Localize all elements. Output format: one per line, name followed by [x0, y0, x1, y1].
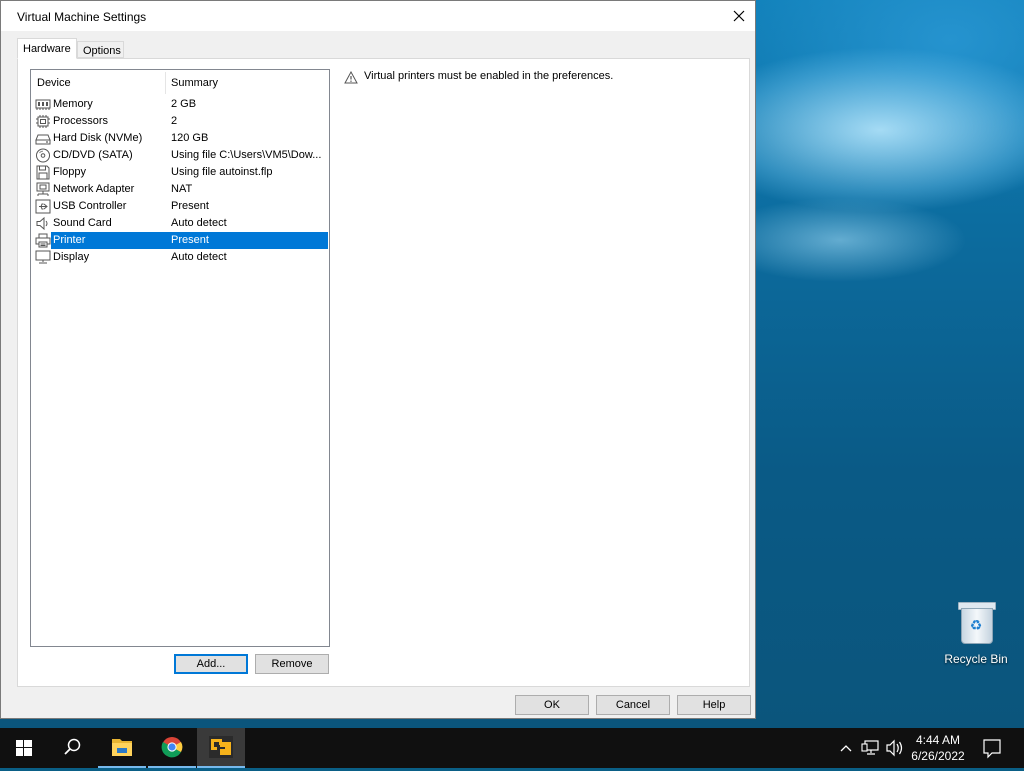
sound-card-icon [35, 216, 51, 231]
device-name: Memory [53, 98, 93, 110]
hard-disk-icon [35, 131, 51, 146]
device-name: Floppy [53, 166, 87, 178]
recycle-bin-label: Recycle Bin [944, 652, 1008, 666]
device-summary: NAT [171, 183, 193, 195]
show-hidden-icons-button[interactable] [838, 728, 854, 768]
device-summary: Present [171, 200, 209, 212]
file-explorer-icon [112, 739, 132, 756]
printer-icon [35, 233, 51, 248]
memory-icon [35, 97, 51, 112]
chevron-up-icon [840, 745, 852, 752]
device-name: Display [53, 251, 90, 263]
clock-time: 4:44 AM [915, 733, 961, 747]
device-summary: 2 GB [171, 98, 197, 110]
ok-button[interactable]: OK [515, 695, 589, 715]
recycle-bin-icon: ♻ [958, 600, 996, 644]
list-header: Device Summary [31, 70, 329, 94]
usb-icon [35, 199, 51, 214]
message-text: Virtual printers must be enabled in the … [364, 70, 614, 82]
search-button[interactable] [48, 728, 96, 768]
taskbar-chrome[interactable] [148, 728, 196, 768]
clock[interactable]: 4:44 AM 6/26/2022 [905, 732, 971, 764]
device-row-hard-disk[interactable]: Hard Disk (NVMe) 120 GB [35, 130, 328, 147]
chrome-icon [161, 737, 183, 758]
cd-dvd-icon [35, 148, 51, 163]
device-row-network-adapter[interactable]: Network Adapter NAT [35, 181, 328, 198]
device-row-memory[interactable]: Memory 2 GB [35, 96, 328, 113]
device-name: Sound Card [53, 217, 112, 229]
device-row-cd-dvd[interactable]: CD/DVD (SATA) Using file C:\Users\VM5\Do… [35, 147, 328, 164]
title-bar[interactable]: Virtual Machine Settings [1, 1, 755, 31]
start-icon [16, 740, 32, 756]
device-row-printer[interactable]: Printer Present [35, 232, 328, 249]
display-icon [35, 250, 51, 265]
cancel-button[interactable]: Cancel [596, 695, 670, 715]
close-button[interactable] [723, 1, 755, 31]
hardware-panel: Device Summary Memory 2 GB Processors 2 [17, 58, 750, 687]
device-list[interactable]: Device Summary Memory 2 GB Processors 2 [30, 69, 330, 647]
clock-date: 6/26/2022 [911, 749, 965, 763]
tab-options[interactable]: Options [77, 41, 124, 58]
processor-icon [35, 114, 51, 129]
vmware-icon [209, 736, 233, 758]
device-name: CD/DVD (SATA) [53, 149, 133, 161]
device-summary: Auto detect [171, 217, 227, 229]
recycle-bin[interactable]: ♻ Recycle Bin [936, 600, 1016, 666]
taskbar-vmware[interactable] [197, 728, 245, 768]
device-name: Processors [53, 115, 109, 127]
action-center-button[interactable] [980, 728, 1004, 768]
volume-icon [886, 739, 903, 757]
device-summary: 2 [171, 115, 178, 127]
taskbar: 4:44 AM 6/26/2022 [0, 728, 1024, 768]
device-summary: 120 GB [171, 132, 209, 144]
device-summary: Auto detect [171, 251, 227, 263]
device-row-processors[interactable]: Processors 2 [35, 113, 328, 130]
network-adapter-icon [35, 182, 51, 197]
remove-button[interactable]: Remove [255, 654, 329, 674]
device-name: Network Adapter [53, 183, 135, 195]
start-button[interactable] [0, 728, 48, 768]
device-name: Printer [53, 234, 86, 246]
search-icon [64, 738, 81, 755]
warning-icon [344, 70, 358, 87]
taskbar-file-explorer[interactable] [98, 728, 146, 768]
device-name: USB Controller [53, 200, 127, 212]
close-icon [733, 10, 745, 22]
device-row-sound-card[interactable]: Sound Card Auto detect [35, 215, 328, 232]
device-summary: Using file C:\Users\VM5\Dow... [171, 149, 322, 161]
floppy-icon [35, 165, 51, 180]
network-tray-button[interactable] [860, 728, 882, 768]
tab-hardware[interactable]: Hardware [17, 38, 77, 59]
device-row-display[interactable]: Display Auto detect [35, 249, 328, 266]
vm-settings-dialog: Virtual Machine Settings Hardware Option… [0, 0, 756, 719]
device-row-usb-controller[interactable]: USB Controller Present [35, 198, 328, 215]
network-icon [861, 740, 879, 755]
notification-icon [983, 739, 1001, 759]
volume-tray-button[interactable] [884, 728, 906, 768]
column-header-device[interactable]: Device [37, 77, 71, 89]
device-summary: Using file autoinst.flp [171, 166, 273, 178]
dialog-title: Virtual Machine Settings [17, 10, 147, 24]
add-button[interactable]: Add... [174, 654, 248, 674]
device-name: Hard Disk (NVMe) [53, 132, 143, 144]
column-header-summary[interactable]: Summary [171, 77, 218, 89]
help-button[interactable]: Help [677, 695, 751, 715]
device-summary: Present [171, 234, 209, 246]
device-row-floppy[interactable]: Floppy Using file autoinst.flp [35, 164, 328, 181]
